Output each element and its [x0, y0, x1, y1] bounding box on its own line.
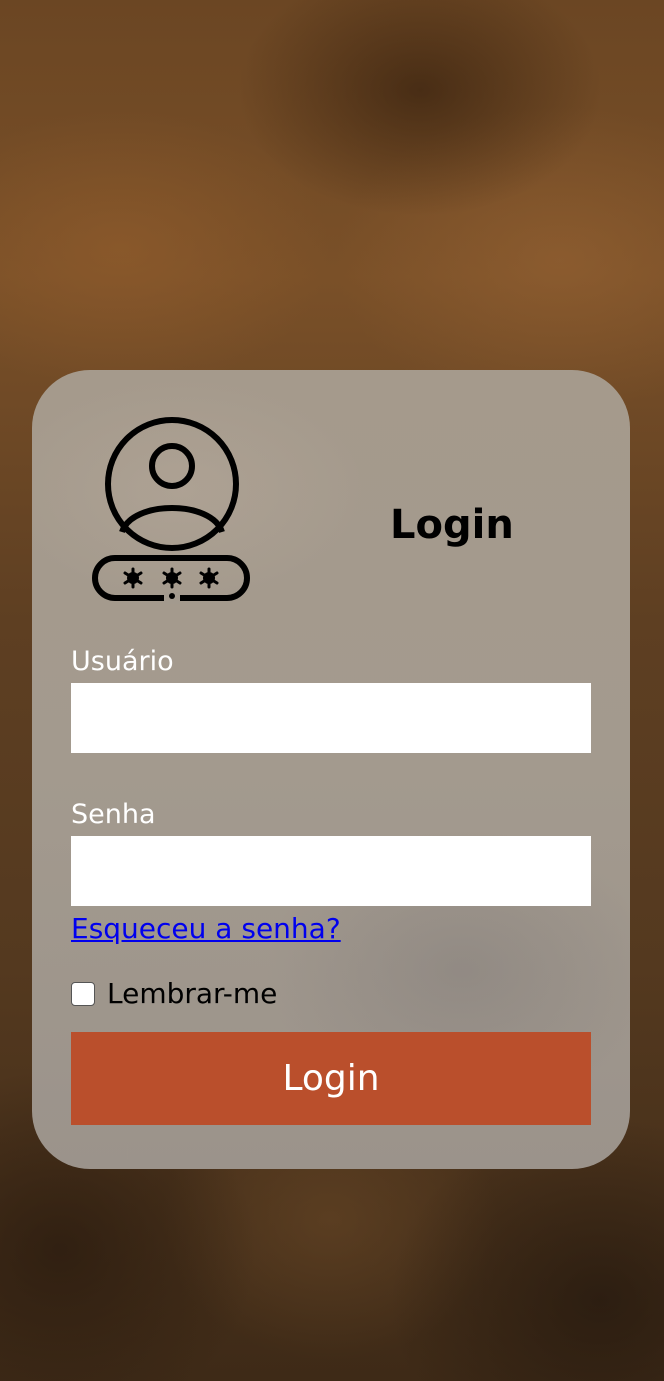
password-label: Senha [71, 799, 156, 830]
remember-me-checkbox[interactable] [71, 981, 95, 1006]
login-card: Login Usuário Senha Esqueceu a senha? Le… [32, 370, 630, 1169]
remember-me-label: Lembrar-me [107, 977, 278, 1010]
page-title: Login [390, 502, 514, 548]
remember-me: Lembrar-me [71, 977, 277, 1010]
password-input[interactable] [71, 836, 591, 906]
login-button[interactable]: Login [71, 1032, 591, 1125]
username-label: Usuário [71, 646, 174, 677]
user-password-icon [92, 417, 250, 604]
forgot-password-link[interactable]: Esqueceu a senha? [71, 912, 341, 945]
username-input[interactable] [71, 683, 591, 753]
